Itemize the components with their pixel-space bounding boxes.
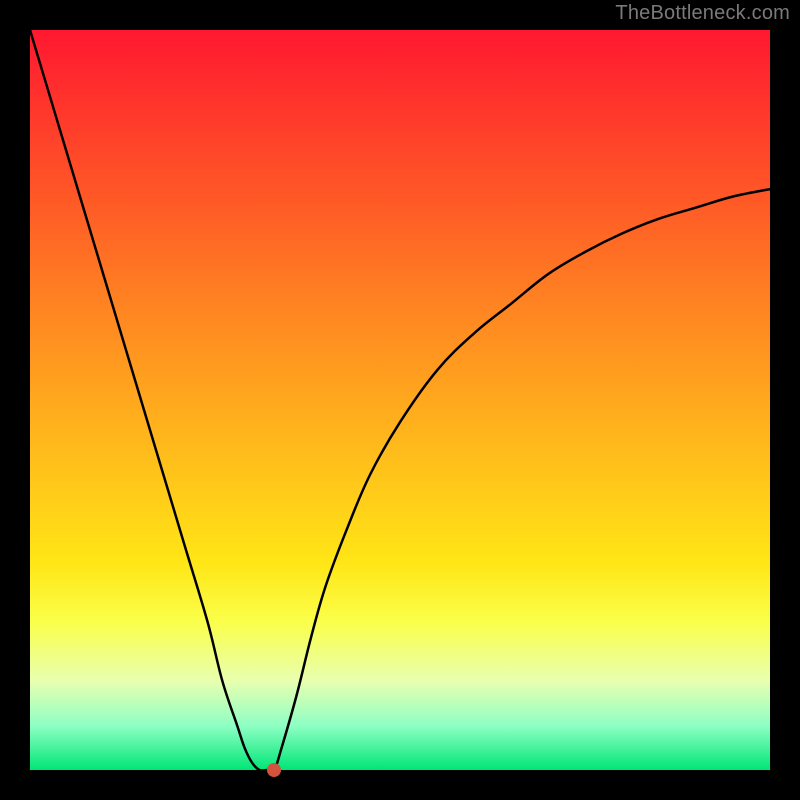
bottleneck-curve xyxy=(30,30,770,770)
minimum-marker xyxy=(267,763,281,777)
watermark-text: TheBottleneck.com xyxy=(615,2,790,25)
chart-frame: TheBottleneck.com xyxy=(0,0,800,800)
plot-area xyxy=(30,30,770,770)
